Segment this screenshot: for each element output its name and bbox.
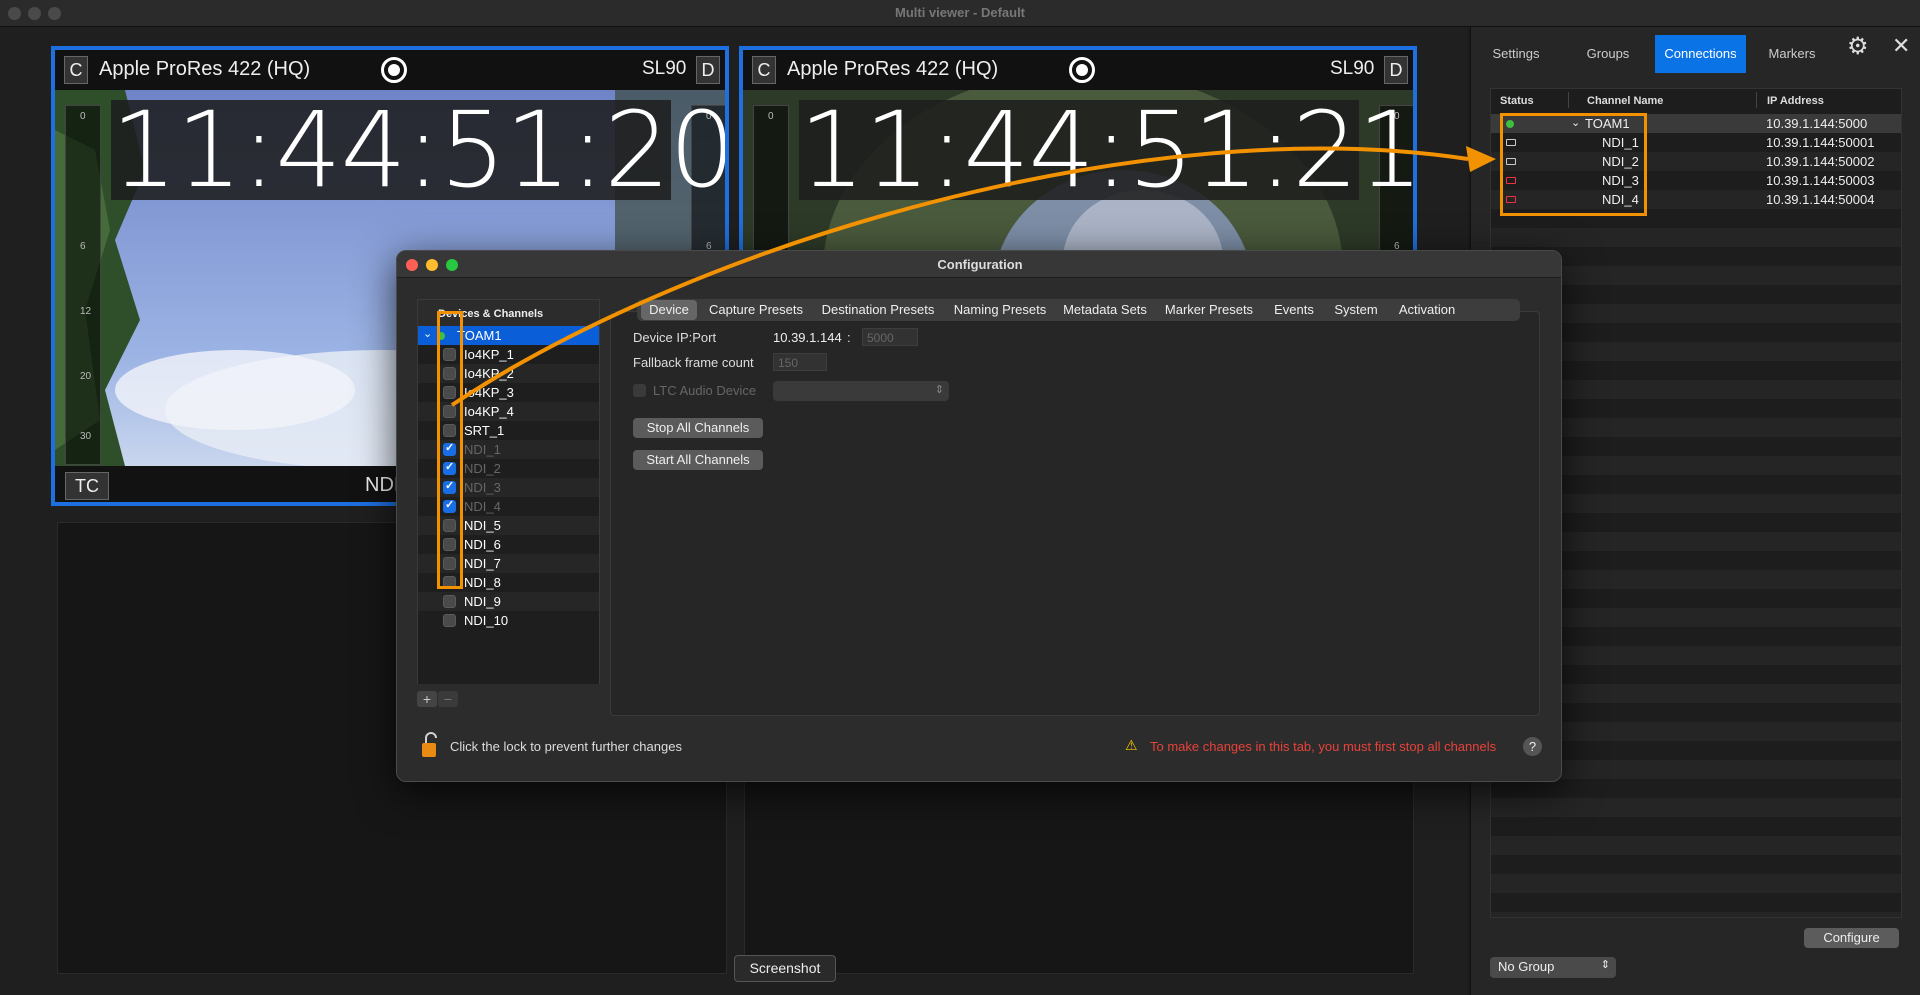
annotation-arrow [450,146,1496,407]
